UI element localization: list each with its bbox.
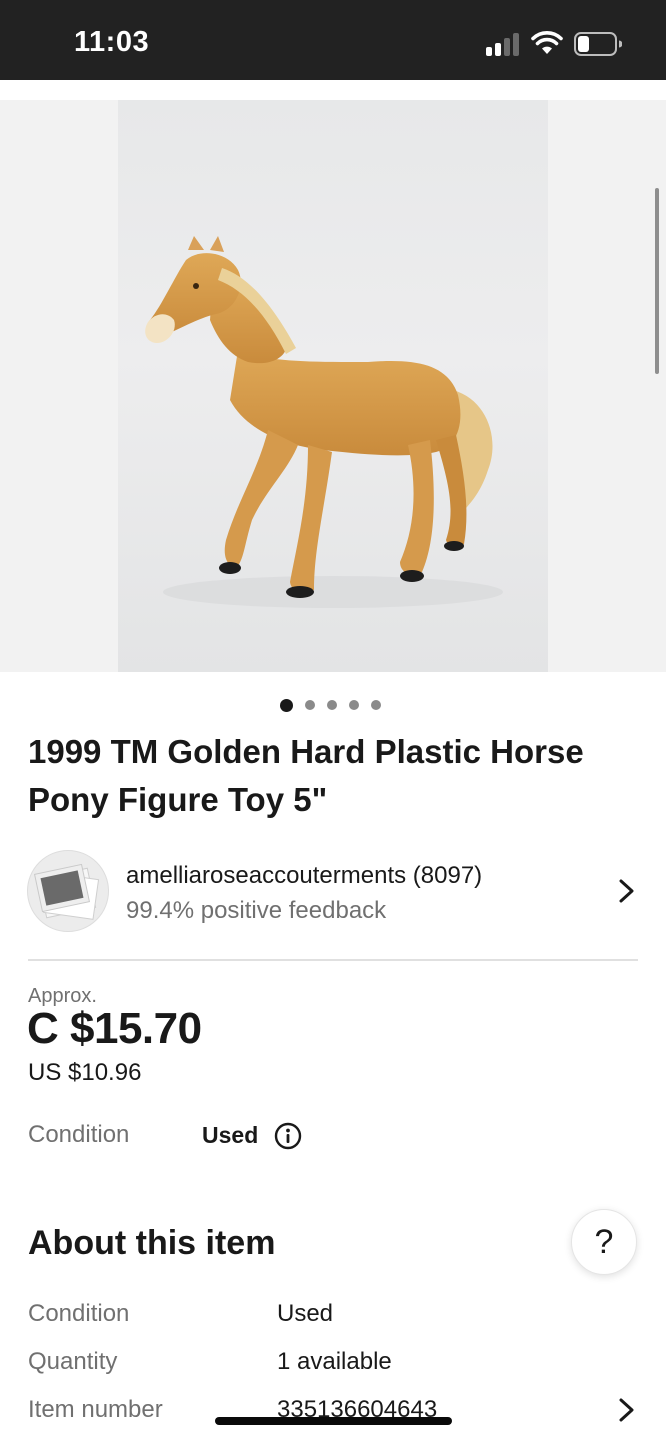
- chevron-right-icon[interactable]: [614, 1396, 638, 1424]
- photo-placeholder-icon: [33, 863, 100, 920]
- status-bar: 11:03: [0, 0, 666, 80]
- info-icon[interactable]: [274, 1122, 302, 1150]
- horse-figure-illustration: [145, 236, 503, 608]
- battery-icon: [574, 32, 622, 56]
- condition-label: Condition: [28, 1121, 130, 1148]
- spec-label-item-number: Item number: [28, 1396, 163, 1423]
- price-converted: C $15.70: [27, 1004, 202, 1053]
- spec-value-quantity: 1 available: [277, 1348, 392, 1375]
- spec-value-condition: Used: [277, 1300, 334, 1327]
- spec-label-condition: Condition: [28, 1300, 130, 1327]
- help-button[interactable]: ?: [571, 1209, 637, 1275]
- product-image-gallery[interactable]: [0, 100, 666, 672]
- product-photo[interactable]: [118, 100, 548, 672]
- section-divider: [28, 959, 638, 961]
- spec-label-quantity: Quantity: [28, 1348, 118, 1375]
- scroll-indicator[interactable]: [655, 188, 659, 374]
- price-original: US $10.96: [28, 1059, 142, 1086]
- wifi-icon: [531, 31, 563, 54]
- carousel-dot[interactable]: [349, 700, 359, 710]
- carousel-dot[interactable]: [371, 700, 381, 710]
- status-time: 11:03: [74, 26, 150, 58]
- seller-name[interactable]: amelliaroseaccouterments (8097): [126, 862, 482, 890]
- cellular-signal-icon: [486, 32, 522, 56]
- carousel-dot[interactable]: [327, 700, 337, 710]
- image-carousel-dots[interactable]: [280, 698, 381, 712]
- about-section-title: About this item: [28, 1224, 276, 1262]
- carousel-dot[interactable]: [280, 698, 293, 712]
- carousel-dot[interactable]: [305, 700, 315, 710]
- seller-avatar[interactable]: [27, 850, 109, 932]
- listing-title: 1999 TM Golden Hard Plastic Horse Pony F…: [28, 733, 584, 818]
- home-indicator[interactable]: [215, 1417, 452, 1425]
- seller-feedback: 99.4% positive feedback: [126, 897, 387, 924]
- chevron-right-icon[interactable]: [614, 877, 638, 905]
- condition-value: Used: [202, 1122, 259, 1148]
